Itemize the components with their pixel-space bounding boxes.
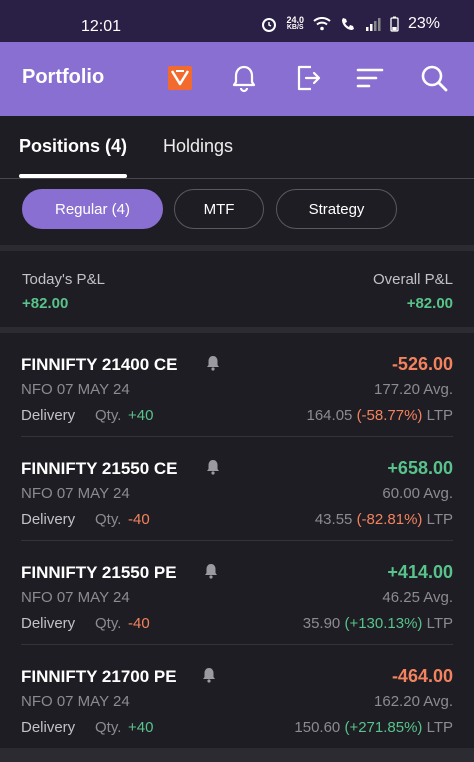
portfolio-tabs: Positions (4) Holdings bbox=[0, 116, 474, 179]
ltp-suffix: LTP bbox=[426, 615, 453, 632]
position-product: Delivery bbox=[21, 615, 76, 632]
chip-strategy[interactable]: Strategy bbox=[276, 189, 397, 229]
todays-pnl-value: +82.00 bbox=[22, 295, 69, 312]
position-pnl: +414.00 bbox=[387, 562, 453, 582]
position-ltp: 43.55 (-82.81%) LTP bbox=[315, 511, 453, 528]
ltp-suffix: LTP bbox=[426, 511, 453, 528]
page-title: Portfolio bbox=[22, 66, 105, 88]
position-product: Delivery bbox=[21, 511, 76, 528]
bottom-divider bbox=[0, 748, 474, 762]
battery-percent: 23% bbox=[407, 15, 440, 32]
position-avg-price: 162.20 Avg. bbox=[374, 693, 453, 710]
call-icon bbox=[341, 18, 354, 30]
position-qty: +40 bbox=[128, 407, 154, 424]
chip-regular[interactable]: Regular (4) bbox=[22, 189, 163, 229]
position-ltp: 35.90 (+130.13%) LTP bbox=[303, 615, 453, 632]
battery-icon bbox=[390, 16, 399, 32]
position-exchange-expiry: NFO 07 MAY 24 bbox=[21, 589, 130, 606]
active-tab-indicator bbox=[19, 174, 127, 178]
position-pnl: -464.00 bbox=[391, 666, 453, 686]
signal-icon bbox=[365, 18, 381, 31]
position-symbol: FINNIFTY 21700 PE bbox=[21, 667, 177, 686]
wifi-icon bbox=[313, 17, 331, 31]
ltp-change: (+130.13%) bbox=[344, 615, 423, 632]
position-ltp: 164.05 (-58.77%) LTP bbox=[307, 407, 454, 424]
ltp-price: 164.05 bbox=[306, 407, 353, 424]
position-symbol: FINNIFTY 21400 CE bbox=[21, 355, 178, 374]
position-exchange-expiry: NFO 07 MAY 24 bbox=[21, 485, 130, 502]
position-exchange-expiry: NFO 07 MAY 24 bbox=[21, 381, 130, 398]
position-qty-label: Qty. bbox=[95, 407, 122, 424]
exit-icon[interactable] bbox=[292, 62, 324, 94]
positions-list: FINNIFTY 21400 CE -526.00 NFO 07 MAY 24 … bbox=[0, 333, 474, 748]
alert-bell-icon[interactable] bbox=[206, 355, 220, 371]
ltp-suffix: LTP bbox=[426, 719, 453, 736]
network-speed-value: 24.0 bbox=[286, 15, 304, 25]
tab-positions[interactable]: Positions (4) bbox=[19, 136, 127, 157]
position-pnl: +658.00 bbox=[387, 458, 453, 478]
network-speed-unit: KB/S bbox=[286, 24, 304, 31]
position-row[interactable]: FINNIFTY 21550 CE +658.00 NFO 07 MAY 24 … bbox=[21, 437, 453, 541]
status-icons: 24.0 KB/S 23% bbox=[261, 15, 440, 33]
alert-bell-icon[interactable] bbox=[206, 459, 220, 475]
status-bar: 12:01 24.0 KB/S 23% bbox=[0, 0, 474, 42]
position-row[interactable]: FINNIFTY 21700 PE -464.00 NFO 07 MAY 24 … bbox=[21, 645, 453, 748]
position-qty: -40 bbox=[128, 511, 150, 528]
position-filter-chips: Regular (4) MTF Strategy bbox=[0, 179, 474, 245]
bell-icon[interactable] bbox=[228, 62, 260, 94]
status-time: 12:01 bbox=[81, 18, 122, 35]
ltp-change: (-82.81%) bbox=[356, 511, 423, 528]
alert-bell-icon[interactable] bbox=[202, 667, 216, 683]
position-qty: +40 bbox=[128, 719, 154, 736]
todays-pnl-label: Today's P&L bbox=[22, 271, 105, 288]
ltp-price: 150.60 bbox=[294, 719, 341, 736]
position-avg-price: 177.20 Avg. bbox=[374, 381, 453, 398]
position-product: Delivery bbox=[21, 407, 76, 424]
search-icon[interactable] bbox=[418, 62, 450, 94]
position-symbol: FINNIFTY 21550 CE bbox=[21, 459, 178, 478]
position-row[interactable]: FINNIFTY 21550 PE +414.00 NFO 07 MAY 24 … bbox=[21, 541, 453, 645]
position-ltp: 150.60 (+271.85%) LTP bbox=[294, 719, 453, 736]
position-pnl: -526.00 bbox=[391, 354, 453, 374]
position-qty-label: Qty. bbox=[95, 615, 122, 632]
alarm-icon bbox=[262, 18, 277, 32]
position-qty-label: Qty. bbox=[95, 511, 122, 528]
ltp-price: 35.90 bbox=[302, 615, 341, 632]
position-symbol: FINNIFTY 21550 PE bbox=[21, 563, 177, 582]
overall-pnl-value: +82.00 bbox=[406, 295, 453, 312]
position-avg-price: 46.25 Avg. bbox=[382, 589, 453, 606]
alert-bell-icon[interactable] bbox=[204, 563, 218, 579]
chip-mtf[interactable]: MTF bbox=[174, 189, 264, 229]
ltp-price: 43.55 bbox=[314, 511, 353, 528]
tab-holdings[interactable]: Holdings bbox=[163, 136, 233, 157]
app-bar: Portfolio bbox=[0, 42, 474, 116]
position-qty-label: Qty. bbox=[95, 719, 122, 736]
ltp-change: (+271.85%) bbox=[344, 719, 423, 736]
overall-pnl-label: Overall P&L bbox=[372, 271, 453, 288]
position-qty: -40 bbox=[128, 615, 150, 632]
network-speed: 24.0 KB/S bbox=[286, 16, 304, 32]
ltp-change: (-58.77%) bbox=[356, 407, 423, 424]
position-product: Delivery bbox=[21, 719, 76, 736]
position-exchange-expiry: NFO 07 MAY 24 bbox=[21, 693, 130, 710]
ltp-suffix: LTP bbox=[426, 407, 453, 424]
position-avg-price: 60.00 Avg. bbox=[382, 485, 453, 502]
position-row[interactable]: FINNIFTY 21400 CE -526.00 NFO 07 MAY 24 … bbox=[21, 333, 453, 437]
brand-logo-icon[interactable] bbox=[166, 64, 194, 92]
pnl-summary: Today's P&L +82.00 Overall P&L +82.00 bbox=[0, 251, 474, 327]
sort-icon[interactable] bbox=[354, 62, 386, 94]
